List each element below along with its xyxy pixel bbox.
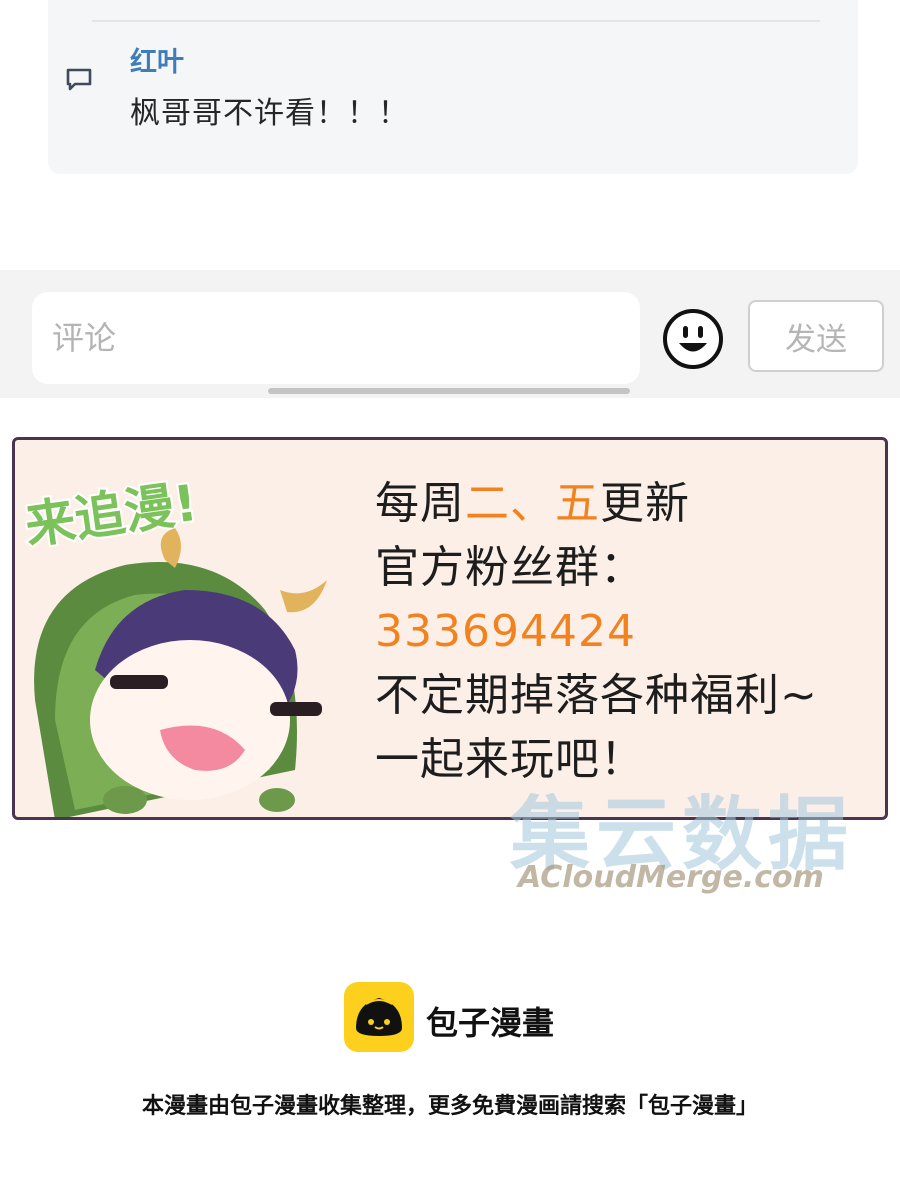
- schedule-prefix: 每周: [375, 478, 465, 529]
- promo-banner: 来追漫! 每周二、五更新 官方粉丝群： 333694424 不定期掉落各种福利~…: [12, 437, 888, 820]
- update-schedule: 每周二、五更新: [375, 472, 818, 536]
- comment-input[interactable]: [32, 292, 640, 384]
- divider: [92, 20, 820, 22]
- comment-icon: [66, 68, 92, 91]
- comment-username[interactable]: 红叶: [130, 40, 184, 79]
- fan-group-number: 333694424: [375, 606, 636, 657]
- schedule-day-tue: 二: [465, 478, 510, 529]
- watermark-en: ACloudMerge.com: [518, 860, 824, 895]
- schedule-separator: 、: [510, 478, 555, 529]
- comment-bar: 发送: [0, 270, 900, 398]
- footer-note: 本漫畫由包子漫畫收集整理，更多免費漫画請搜索「包子漫畫」: [141, 1094, 758, 1119]
- comment-message: 枫哥哥不许看！！！: [130, 96, 409, 131]
- banner-text: 每周二、五更新 官方粉丝群： 333694424 不定期掉落各种福利~ 一起来玩…: [375, 472, 818, 792]
- watermark: 集云数据 ACloudMerge.com: [510, 770, 900, 900]
- schedule-suffix: 更新: [600, 478, 690, 529]
- smiley-icon[interactable]: [662, 308, 724, 370]
- chibi-character-illustration: 来追漫!: [20, 472, 327, 817]
- benefits-text: 不定期掉落各种福利~: [375, 670, 818, 721]
- schedule-day-fri: 五: [555, 478, 600, 529]
- bun-logo-icon: [344, 982, 414, 1052]
- scroll-indicator: [268, 388, 630, 394]
- send-button[interactable]: 发送: [748, 300, 884, 372]
- fan-group-label: 官方粉丝群：: [375, 542, 645, 593]
- comment-card: 红叶 枫哥哥不许看！！！: [48, 0, 858, 174]
- brand-name: 包子漫畫: [426, 1004, 555, 1042]
